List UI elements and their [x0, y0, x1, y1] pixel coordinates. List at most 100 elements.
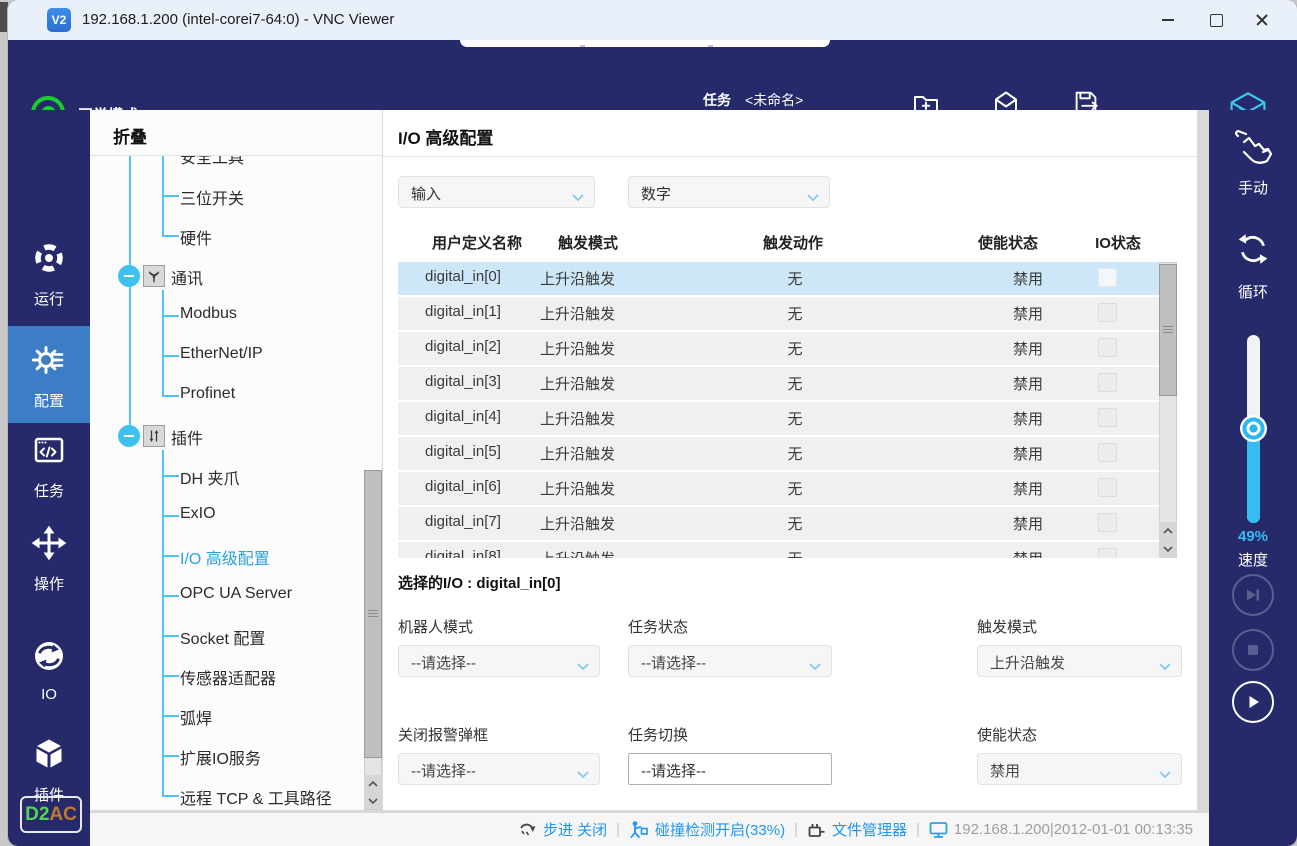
sidebar-item-run[interactable]: 运行: [8, 232, 90, 320]
tree-stub: [162, 235, 179, 237]
table-row[interactable]: digital_in[3]上升沿触发无禁用: [398, 367, 1159, 400]
tree-item[interactable]: Profinet: [90, 382, 362, 410]
io-state-checkbox[interactable]: [1098, 478, 1117, 497]
speed-slider-thumb[interactable]: [1240, 415, 1267, 442]
stop-icon: [1244, 641, 1262, 659]
vnc-toolbar-notch[interactable]: [460, 40, 830, 47]
tree-item-group[interactable]: 通讯: [90, 262, 362, 290]
close-button[interactable]: [1239, 0, 1285, 40]
tree-item[interactable]: Socket 配置: [90, 622, 362, 650]
minimize-icon: [1162, 19, 1174, 21]
table-scroll-up-button[interactable]: [1159, 522, 1177, 540]
tree-item-group[interactable]: 插件: [90, 422, 362, 450]
sidebar-item-config[interactable]: 配置: [8, 326, 90, 423]
field-label: 机器人模式: [398, 616, 600, 637]
play-button[interactable]: [1232, 681, 1274, 723]
step-forward-button[interactable]: [1232, 574, 1274, 616]
desktop: V2 192.168.1.200 (intel-corei7-64:0) - V…: [0, 0, 1297, 846]
left-sidebar: 运行 配置 任务 操作 IO 插件 D2AC: [8, 110, 90, 846]
tree-item[interactable]: 硬件: [90, 222, 362, 250]
file-manager-button[interactable]: 文件管理器: [807, 819, 907, 840]
minimize-button[interactable]: [1145, 0, 1191, 40]
tree-item[interactable]: DH 夹爪: [90, 462, 362, 490]
task-switch-input[interactable]: --请选择--: [628, 753, 832, 785]
io-direction-select[interactable]: 输入: [398, 176, 595, 208]
titlebar: V2 192.168.1.200 (intel-corei7-64:0) - V…: [8, 0, 1297, 40]
tree-item[interactable]: 扩展IO服务: [90, 742, 362, 770]
task-label: 任务: [703, 92, 731, 108]
cycle-mode-button[interactable]: 循环: [1209, 230, 1297, 302]
tree-stub: [162, 315, 179, 317]
io-state-checkbox[interactable]: [1098, 443, 1117, 462]
collision-icon: [629, 820, 649, 839]
tree-item[interactable]: ExIO: [90, 502, 362, 530]
collision-status[interactable]: 碰撞检测开启(33%): [629, 819, 785, 840]
io-state-checkbox[interactable]: [1098, 268, 1117, 287]
sidebar-item-io[interactable]: IO: [8, 638, 90, 714]
tree-stub: [162, 595, 179, 597]
tree-collapse-header[interactable]: 折叠: [113, 123, 147, 148]
speed-slider-fill: [1247, 428, 1260, 523]
step-status[interactable]: 步进 关闭: [519, 819, 607, 840]
collapse-node[interactable]: [118, 425, 140, 447]
maximize-button[interactable]: [1193, 0, 1239, 40]
sliders-icon: [143, 425, 165, 447]
robot-mode-select[interactable]: --请选择--: [398, 645, 600, 677]
vnc-logo-icon: V2: [47, 8, 71, 32]
connection-status[interactable]: 192.168.1.200|2012-01-01 00:13:35: [929, 821, 1193, 839]
hand-icon: [1232, 128, 1274, 169]
tree-item-io-advanced[interactable]: I/O 高级配置: [90, 542, 362, 570]
step-status-text: 步进 关闭: [543, 819, 607, 840]
table-row[interactable]: digital_in[4]上升沿触发无禁用: [398, 402, 1159, 435]
d2ac-badge[interactable]: D2AC: [20, 796, 82, 833]
chevron-down-icon: [367, 797, 379, 805]
io-state-checkbox[interactable]: [1098, 513, 1117, 532]
tree-scroll-up-button[interactable]: [364, 775, 382, 792]
io-table: digital_in[0]上升沿触发无禁用 digital_in[1]上升沿触发…: [398, 262, 1159, 558]
notch-tick: [580, 45, 585, 47]
stop-button[interactable]: [1232, 629, 1274, 671]
config-tree-panel: 折叠 安全工具 三位开关 硬件 通讯 Modbus EtherNet/IP Pr…: [90, 110, 383, 810]
table-row[interactable]: digital_in[1]上升沿触发无禁用: [398, 297, 1159, 330]
table-row[interactable]: digital_in[7]上升沿触发无禁用: [398, 507, 1159, 540]
tree-scrollbar-thumb[interactable]: [364, 470, 382, 758]
io-type-select[interactable]: 数字: [628, 176, 830, 208]
tree-item[interactable]: OPC UA Server: [90, 582, 362, 610]
manual-mode-button[interactable]: 手动: [1209, 128, 1297, 198]
sidebar-item-operate[interactable]: 操作: [8, 525, 90, 601]
tree-item[interactable]: 三位开关: [90, 182, 362, 210]
table-row[interactable]: digital_in[2]上升沿触发无禁用: [398, 332, 1159, 365]
table-scrollbar-thumb[interactable]: [1159, 264, 1177, 396]
tree-item[interactable]: 安全工具: [90, 156, 362, 169]
close-alarm-select[interactable]: --请选择--: [398, 753, 600, 785]
tree-item[interactable]: EtherNet/IP: [90, 342, 362, 370]
tree-item[interactable]: 弧焊: [90, 702, 362, 730]
io-state-checkbox[interactable]: [1098, 548, 1117, 558]
table-row[interactable]: digital_in[8]上升沿触发无禁用: [398, 542, 1159, 558]
io-state-checkbox[interactable]: [1098, 303, 1117, 322]
io-state-checkbox[interactable]: [1098, 338, 1117, 357]
task-state-select[interactable]: --请选择--: [628, 645, 832, 677]
field-label: 任务切换: [628, 724, 832, 745]
tree-item[interactable]: 传感器适配器: [90, 662, 362, 690]
table-row[interactable]: digital_in[5]上升沿触发无禁用: [398, 437, 1159, 470]
table-scroll-down-button[interactable]: [1159, 540, 1177, 558]
minus-icon: [124, 275, 134, 277]
tree-scroll-down-button[interactable]: [364, 792, 382, 809]
enable-state-select[interactable]: 禁用: [977, 753, 1182, 785]
table-row[interactable]: digital_in[6]上升沿触发无禁用: [398, 472, 1159, 505]
table-row[interactable]: digital_in[0]上升沿触发无禁用: [398, 262, 1159, 295]
tree-item[interactable]: 远程 TCP & 工具路径: [90, 782, 362, 810]
io-state-checkbox[interactable]: [1098, 408, 1117, 427]
sidebar-item-task[interactable]: 任务: [8, 432, 90, 508]
collapse-node[interactable]: [118, 265, 140, 287]
form-field-enable-state: 使能状态 禁用: [977, 724, 1182, 785]
column-header: 用户定义名称: [432, 232, 522, 253]
tree-stub: [162, 675, 179, 677]
app-header: 正常模式 任务<未命名> 配置default 新建 打开 保存: [8, 40, 1297, 110]
chevron-down-icon: [572, 189, 584, 207]
chevron-down-icon: [1159, 658, 1171, 676]
io-state-checkbox[interactable]: [1098, 373, 1117, 392]
trigger-mode-select[interactable]: 上升沿触发: [977, 645, 1182, 677]
tree-item[interactable]: Modbus: [90, 302, 362, 330]
